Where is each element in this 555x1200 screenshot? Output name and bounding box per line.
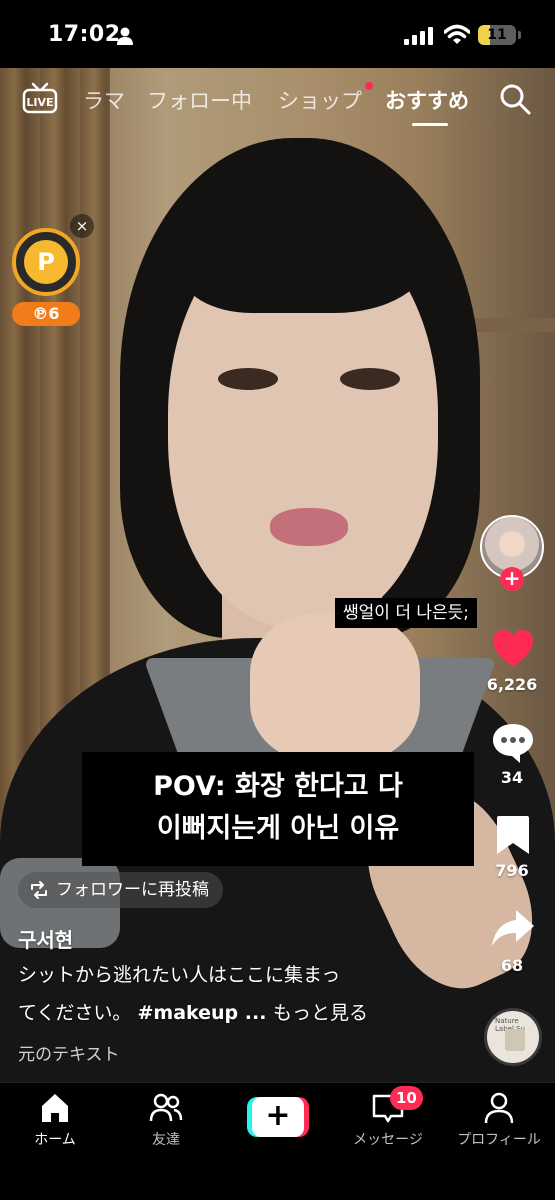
caption-line-1: POV: 화장 한다고 다 [153,771,403,802]
follow-button[interactable]: + [500,567,524,591]
battery-percent: 11 [487,27,507,43]
create-post-button[interactable]: + [247,1097,309,1137]
shop-notification-dot [365,82,373,90]
tab-for-you[interactable]: おすすめ [385,85,469,115]
cellular-signal-icon [404,27,433,45]
save-count: 796 [495,861,529,880]
tab-following[interactable]: フォロー中 [147,85,252,115]
nav-friends[interactable]: 友達 [116,1091,216,1149]
top-navigation: LIVE ラマ フォロー中 ショップ おすすめ [0,68,555,128]
tab-drama[interactable]: ラマ [83,85,125,115]
nav-profile-label: プロフィール [457,1132,541,1148]
friends-icon [149,1093,183,1122]
nav-home[interactable]: ホーム [5,1091,105,1149]
nav-inbox-label: メッセージ [353,1132,423,1148]
profile-icon [484,1092,514,1124]
post-description-line-1: シットから逃れたい人はここに集まっ [18,964,341,986]
coin-close-button[interactable]: × [70,214,94,238]
video-subject-eye-left [218,368,278,390]
post-description-text: てください。 [18,1002,138,1024]
hashtag-link[interactable]: #makeup ... [137,1002,273,1024]
coin-points-badge: ℗6 [12,302,80,326]
see-more-link[interactable]: もっと見る [273,1002,368,1024]
svg-text:LIVE: LIVE [26,96,53,109]
share-icon[interactable] [490,906,536,952]
video-subject-lips [270,508,348,546]
coin-icon: P [24,240,68,284]
like-count: 6,226 [486,675,538,694]
music-disc-product [505,1029,525,1051]
plus-icon: + [252,1097,304,1137]
music-disc[interactable]: Nature Label Su [484,1008,542,1066]
comment-icon[interactable] [490,720,536,766]
video-subject-fist [250,613,420,763]
battery-indicator: 11 [478,25,516,45]
bottom-navigation: ホーム 友達 + メッセージ プロフィール [0,1082,555,1200]
inbox-unread-badge: 10 [390,1086,423,1110]
home-icon [42,1094,68,1122]
video-caption-box: POV: 화장 한다고 다 이뻐지는게 아닌 이유 [82,752,474,866]
original-text-toggle[interactable]: 元のテキスト [18,1040,120,1065]
coin-reward-widget[interactable]: P [12,228,80,296]
live-icon[interactable]: LIVE [22,82,58,114]
creator-username[interactable]: 구서현 [18,924,73,953]
bookmark-icon[interactable] [490,812,536,858]
video-subject-eye-right [340,368,400,390]
tab-shop[interactable]: ショップ [278,85,362,115]
nav-home-label: ホーム [34,1132,76,1148]
person-icon [117,27,133,45]
repost-label: フォロワーに再投稿 [56,880,209,900]
repost-to-followers-button[interactable]: フォロワーに再投稿 [18,872,223,908]
overlay-comment-text: 쌩얼이 더 나은듯; [335,598,478,628]
nav-friends-label: 友達 [152,1132,180,1148]
search-icon[interactable] [499,83,531,115]
post-description-line-2: てください。 #makeup ... もっと見る [18,998,368,1028]
nav-inbox[interactable]: メッセージ [338,1091,438,1149]
nav-profile[interactable]: プロフィール [449,1091,549,1149]
comment-count: 34 [500,768,524,787]
heart-icon[interactable] [490,626,536,672]
battery-tip [518,31,521,39]
wifi-icon [444,24,470,44]
active-tab-indicator [412,123,448,126]
caption-line-2: 이뻐지는게 아닌 이유 [156,813,400,844]
repost-icon [31,881,47,899]
status-time: 17:02 [48,22,121,47]
share-count: 68 [500,956,524,975]
status-bar: 17:02 11 [0,0,555,68]
